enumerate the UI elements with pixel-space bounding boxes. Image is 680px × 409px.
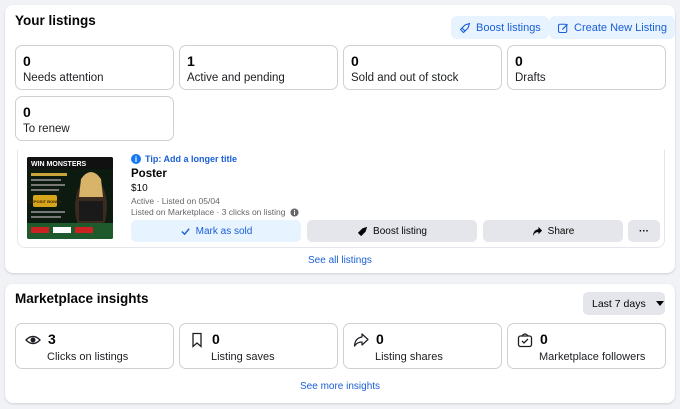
insight-clicks-on-listings[interactable]: 3 Clicks on listings xyxy=(15,323,174,369)
boost-listings-button[interactable]: Boost listings xyxy=(451,16,549,39)
share-label: Share xyxy=(547,225,575,237)
stat-value: 0 xyxy=(515,53,523,69)
stat-value: 1 xyxy=(187,53,195,69)
insight-listing-shares[interactable]: 0 Listing shares xyxy=(343,323,502,369)
insight-label: Listing shares xyxy=(375,351,443,363)
stat-to-renew[interactable]: 0 To renew xyxy=(15,96,174,141)
insight-value: 0 xyxy=(376,331,384,347)
insight-listing-saves[interactable]: 0 Listing saves xyxy=(179,323,338,369)
marketplace-info-text: Listed on Marketplace · 3 clicks on list… xyxy=(131,207,286,217)
stat-active-and-pending[interactable]: 1 Active and pending xyxy=(179,45,338,90)
insight-value: 3 xyxy=(48,331,56,347)
listing-item[interactable]: WIN MONSTERS DEPOSIT BONUS i Tip: Add a … xyxy=(17,150,665,248)
more-options-button[interactable]: ··· xyxy=(628,220,660,242)
stat-needs-attention[interactable]: 0 Needs attention xyxy=(15,45,174,90)
stat-label: To renew xyxy=(23,123,70,135)
create-new-listing-label: Create New Listing xyxy=(574,21,667,34)
insight-value: 0 xyxy=(212,331,220,347)
eye-icon xyxy=(25,335,41,345)
listing-tip[interactable]: i Tip: Add a longer title xyxy=(131,154,237,164)
listing-status: Active · Listed on 05/04 xyxy=(131,196,220,206)
listing-marketplace-info: Listed on Marketplace · 3 clicks on list… xyxy=(131,207,299,217)
date-range-label: Last 7 days xyxy=(592,297,646,310)
insight-label: Marketplace followers xyxy=(539,351,646,363)
more-options-icon: ··· xyxy=(639,225,649,237)
share-icon xyxy=(532,226,542,236)
your-listings-title: Your listings xyxy=(15,13,96,28)
share-button[interactable]: Share xyxy=(483,220,623,242)
listing-price: $10 xyxy=(131,183,148,194)
insights-title: Marketplace insights xyxy=(15,291,149,306)
see-all-listings-link[interactable]: See all listings xyxy=(308,255,372,266)
info-icon: i xyxy=(131,154,141,164)
boost-listing-button[interactable]: Boost listing xyxy=(307,220,477,242)
boost-listings-label: Boost listings xyxy=(476,21,541,34)
insight-value: 0 xyxy=(540,331,548,347)
insight-label: Listing saves xyxy=(211,351,275,363)
listing-title[interactable]: Poster xyxy=(131,168,167,180)
insight-label: Clicks on listings xyxy=(47,351,129,363)
info-circle-icon[interactable] xyxy=(289,207,299,217)
mark-as-sold-label: Mark as sold xyxy=(195,225,253,237)
caret-down-icon xyxy=(655,300,664,306)
stat-label: Sold and out of stock xyxy=(351,72,459,84)
followers-icon xyxy=(517,333,533,348)
stat-label: Needs attention xyxy=(23,72,104,84)
mark-as-sold-button[interactable]: Mark as sold xyxy=(131,220,301,242)
rocket-icon xyxy=(358,226,367,236)
stat-drafts[interactable]: 0 Drafts xyxy=(507,45,666,90)
poster-image: WIN MONSTERS DEPOSIT BONUS xyxy=(27,157,113,239)
marketplace-insights-card: Marketplace insights Last 7 days 3 Click… xyxy=(5,284,675,403)
check-icon xyxy=(181,227,190,235)
poster-badge-text: DEPOSIT BONUS xyxy=(28,199,61,204)
insight-marketplace-followers[interactable]: 0 Marketplace followers xyxy=(507,323,666,369)
stat-label: Active and pending xyxy=(187,72,285,84)
listing-thumbnail[interactable]: WIN MONSTERS DEPOSIT BONUS xyxy=(27,157,113,239)
see-more-insights-link[interactable]: See more insights xyxy=(300,381,380,392)
stat-label: Drafts xyxy=(515,72,546,84)
edit-icon xyxy=(557,23,568,33)
poster-heading-text: WIN MONSTERS xyxy=(31,161,87,168)
date-range-dropdown[interactable]: Last 7 days xyxy=(583,292,665,315)
share-icon xyxy=(353,333,369,347)
stat-value: 0 xyxy=(351,53,359,69)
your-listings-card: Your listings Boost listings Create New … xyxy=(5,5,675,273)
rocket-icon xyxy=(459,22,471,33)
stat-sold-and-out-of-stock[interactable]: 0 Sold and out of stock xyxy=(343,45,502,90)
stat-value: 0 xyxy=(23,104,31,120)
boost-listing-label: Boost listing xyxy=(373,225,427,237)
stat-value: 0 xyxy=(23,53,31,69)
create-new-listing-button[interactable]: Create New Listing xyxy=(549,16,675,39)
bookmark-icon xyxy=(192,332,202,348)
tip-text: Tip: Add a longer title xyxy=(145,154,237,164)
